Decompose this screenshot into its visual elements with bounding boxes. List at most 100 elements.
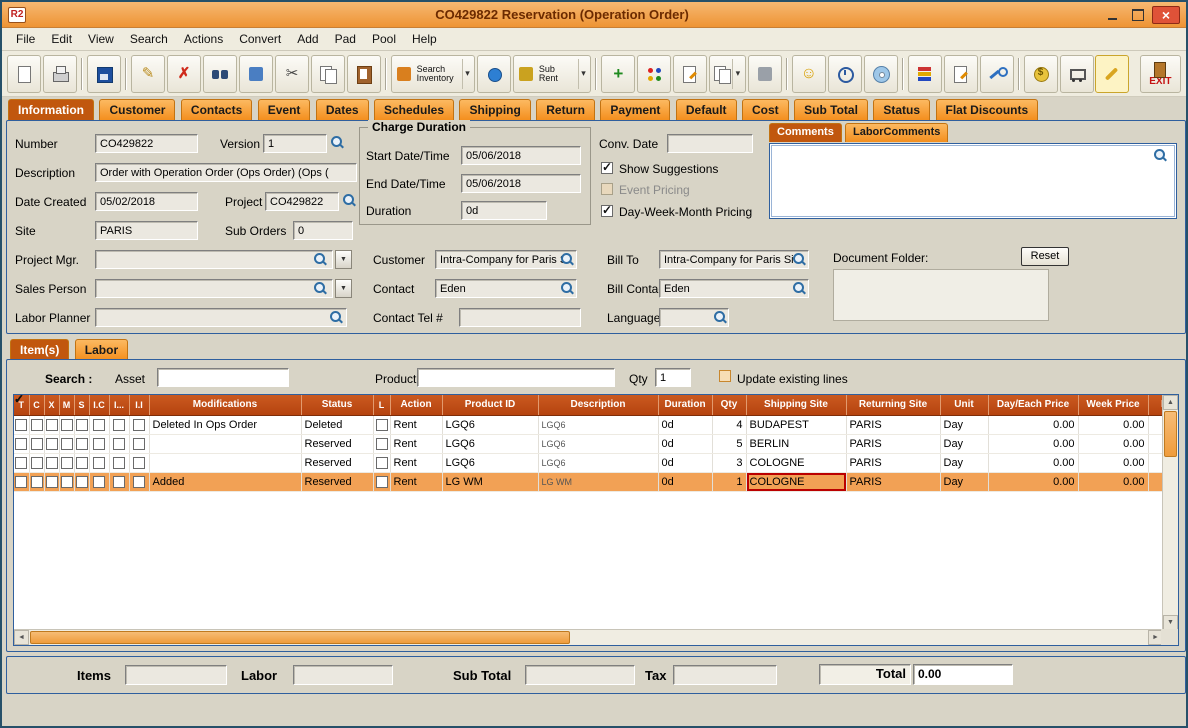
cell[interactable]: [109, 472, 129, 491]
add-item-button[interactable]: +: [601, 55, 635, 93]
cell-day-price[interactable]: 0.00: [988, 472, 1078, 491]
maximize-button[interactable]: [1127, 6, 1148, 24]
col-header-status[interactable]: Status: [301, 395, 373, 415]
tab-payment[interactable]: Payment: [600, 99, 670, 120]
comments-search-icon[interactable]: [1153, 148, 1168, 163]
cell-duration[interactable]: 0d: [658, 453, 712, 472]
cell-day-price[interactable]: 0.00: [988, 434, 1078, 453]
cell-modifications[interactable]: Deleted In Ops Order: [149, 415, 301, 434]
checkbox[interactable]: [113, 438, 125, 450]
cell[interactable]: [74, 434, 89, 453]
sub-rent-button[interactable]: Sub Rent: [513, 55, 591, 93]
cell[interactable]: [44, 434, 59, 453]
col-header-day-price[interactable]: Day/Each Price: [988, 395, 1078, 415]
smiley-button[interactable]: ☺: [792, 55, 826, 93]
cell-duration[interactable]: 0d: [658, 434, 712, 453]
checkbox[interactable]: [93, 476, 105, 488]
col-header[interactable]: C: [29, 395, 44, 415]
col-header[interactable]: I.I: [129, 395, 149, 415]
labor-planner-search-icon[interactable]: [329, 310, 344, 325]
dropdown-arrow-icon[interactable]: [462, 59, 473, 89]
time-button[interactable]: [828, 55, 862, 93]
horizontal-scroll-thumb[interactable]: [30, 631, 570, 644]
cell-description[interactable]: LG WM: [538, 472, 658, 491]
tab-shipping[interactable]: Shipping: [459, 99, 530, 120]
cell[interactable]: [109, 453, 129, 472]
cell-day-price[interactable]: 0.00: [988, 453, 1078, 472]
menu-pad[interactable]: Pad: [327, 30, 364, 48]
tab-items[interactable]: Item(s): [10, 339, 69, 360]
project-mgr-search-icon[interactable]: [313, 252, 328, 267]
checkbox[interactable]: [61, 438, 73, 450]
paste-button[interactable]: [347, 55, 381, 93]
print-button[interactable]: [43, 55, 77, 93]
checkbox[interactable]: [46, 457, 58, 469]
cell[interactable]: [129, 415, 149, 434]
menu-help[interactable]: Help: [404, 30, 445, 48]
reset-button[interactable]: Reset: [1021, 247, 1069, 266]
row-select-checkbox[interactable]: [15, 438, 27, 450]
l-checkbox[interactable]: [376, 438, 388, 450]
cell[interactable]: [129, 472, 149, 491]
checkbox[interactable]: [31, 476, 43, 488]
col-header-action[interactable]: Action: [390, 395, 442, 415]
col-header-returning-site[interactable]: Returning Site: [846, 395, 940, 415]
cell-action[interactable]: Rent: [390, 472, 442, 491]
menu-add[interactable]: Add: [289, 30, 326, 48]
cell-product-id[interactable]: LGQ6: [442, 415, 538, 434]
purchase-button[interactable]: [1060, 55, 1094, 93]
col-header[interactable]: X: [44, 395, 59, 415]
col-header-duration[interactable]: Duration: [658, 395, 712, 415]
reports-button[interactable]: [908, 55, 942, 93]
cell[interactable]: [89, 415, 109, 434]
checkbox[interactable]: [113, 419, 125, 431]
cell-week-price[interactable]: 0.00: [1078, 472, 1148, 491]
col-header[interactable]: I...: [109, 395, 129, 415]
pool-drop-button[interactable]: [477, 55, 511, 93]
menu-view[interactable]: View: [80, 30, 122, 48]
l-checkbox[interactable]: [376, 457, 388, 469]
menu-pool[interactable]: Pool: [364, 30, 404, 48]
vertical-scrollbar[interactable]: [1162, 395, 1178, 630]
checkbox[interactable]: [133, 457, 145, 469]
table-row[interactable]: Deleted In Ops Order Deleted Rent LGQ6 L…: [14, 415, 1163, 434]
cell-returning-site[interactable]: PARIS: [846, 472, 940, 491]
table-row-selected[interactable]: Added Reserved Rent LG WM LG WM 0d 1 COL…: [14, 472, 1163, 491]
language-search-icon[interactable]: [713, 310, 728, 325]
cell-modifications[interactable]: Added: [149, 472, 301, 491]
cell[interactable]: [373, 472, 390, 491]
sales-person-search-icon[interactable]: [313, 281, 328, 296]
cell[interactable]: [373, 415, 390, 434]
tab-status[interactable]: Status: [873, 99, 930, 120]
cell[interactable]: [109, 434, 129, 453]
checkbox[interactable]: [93, 419, 105, 431]
checkbox[interactable]: [46, 438, 58, 450]
checkbox[interactable]: [76, 457, 88, 469]
bill-contact-search-icon[interactable]: [792, 281, 807, 296]
scroll-left-button[interactable]: [14, 630, 29, 645]
contact-search-icon[interactable]: [560, 281, 575, 296]
tab-default[interactable]: Default: [676, 99, 737, 120]
cell-modifications[interactable]: [149, 434, 301, 453]
tab-event[interactable]: Event: [258, 99, 311, 120]
cell-day-price[interactable]: 0.00: [988, 415, 1078, 434]
cell-returning-site[interactable]: PARIS: [846, 453, 940, 472]
cell[interactable]: [14, 415, 29, 434]
cell[interactable]: [89, 434, 109, 453]
cell[interactable]: [373, 434, 390, 453]
tab-labor[interactable]: Labor: [75, 339, 128, 360]
cell-product-id[interactable]: LG WM: [442, 472, 538, 491]
checkbox[interactable]: [31, 457, 43, 469]
checkbox[interactable]: [76, 419, 88, 431]
tab-information[interactable]: Information: [8, 99, 94, 120]
cell-unit[interactable]: Day: [940, 453, 988, 472]
tab-dates[interactable]: Dates: [316, 99, 369, 120]
cell-unit[interactable]: Day: [940, 434, 988, 453]
checkbox[interactable]: [113, 457, 125, 469]
col-header-modifications[interactable]: Modifications: [149, 395, 301, 415]
cell-week-price[interactable]: 0.00: [1078, 415, 1148, 434]
cell-status[interactable]: Deleted: [301, 415, 373, 434]
cell-shipping-site[interactable]: BUDAPEST: [746, 415, 846, 434]
cell-description[interactable]: LGQ6: [538, 434, 658, 453]
cell-duration[interactable]: 0d: [658, 472, 712, 491]
